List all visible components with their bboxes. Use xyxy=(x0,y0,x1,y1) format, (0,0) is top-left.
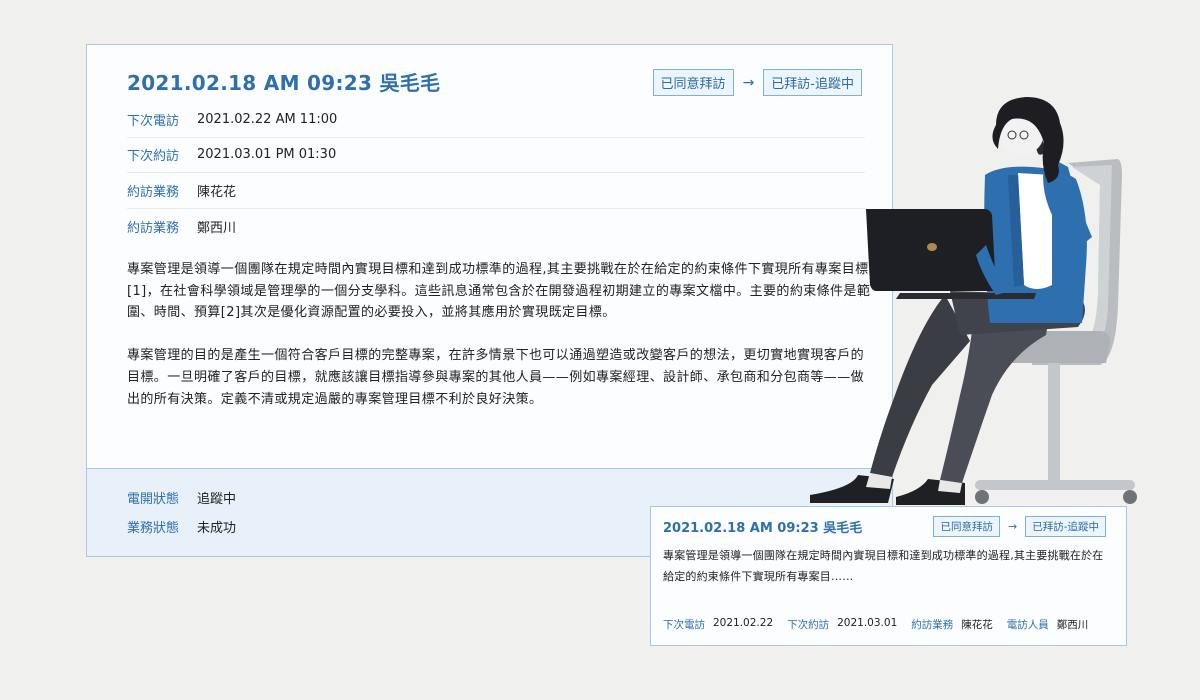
detail-row-sales-1: 約訪業務 陳花花 xyxy=(127,173,865,209)
row-value: 2021.02.22 AM 11:00 xyxy=(197,111,338,127)
footer-row-call-status: 電開狀態 追蹤中 xyxy=(127,488,236,507)
row-value: 2021.03.01 PM 01:30 xyxy=(197,147,337,163)
detail-rows: 下次電訪 2021.02.22 AM 11:00 下次約訪 2021.03.01… xyxy=(127,102,865,244)
meta-value: 2021.03.01 xyxy=(837,617,898,629)
description-paragraph: 專案管理是領導一個團隊在規定時間內實現目標和達到成功標準的過程,其主要挑戰在於在… xyxy=(127,262,871,321)
summary-status-to-badge[interactable]: 已拜訪-追蹤中 xyxy=(1025,516,1106,537)
row-label: 下次電訪 xyxy=(127,113,180,129)
visit-record-card: 2021.02.18 AM 09:23 吳毛毛 已同意拜訪 → 已拜訪-追蹤中 … xyxy=(86,44,893,557)
row-value: 鄭西川 xyxy=(197,220,237,236)
status-flow: 已同意拜訪 → 已拜訪-追蹤中 xyxy=(652,69,862,96)
arrow-right-icon: → xyxy=(1007,520,1018,533)
visit-summary-card[interactable]: 2021.02.18 AM 09:23 吳毛毛 已同意拜訪 → 已拜訪-追蹤中 … xyxy=(650,506,1127,646)
footer-value: 未成功 xyxy=(197,521,237,536)
row-label: 下次約訪 xyxy=(127,149,180,165)
woman-on-phone-illustration xyxy=(810,97,1137,505)
meta-label: 電訪人員 xyxy=(1006,619,1049,631)
row-label: 約訪業務 xyxy=(127,184,180,200)
summary-status-flow: 已同意拜訪 → 已拜訪-追蹤中 xyxy=(933,516,1106,537)
footer-label: 電開狀態 xyxy=(127,492,180,507)
meta-value: 2021.02.22 xyxy=(713,617,774,629)
description-paragraph: 專案管理的目的是產生一個符合客戶目標的完整專案，在許多情景下也可以通過塑造或改變… xyxy=(127,348,865,407)
summary-description: 專案管理是領導一個團隊在規定時間內實現目標和達到成功標準的過程,其主要挑戰在於在… xyxy=(663,549,1104,583)
status-to-badge[interactable]: 已拜訪-追蹤中 xyxy=(763,69,862,96)
detail-row-sales-2: 約訪業務 鄭西川 xyxy=(127,209,865,245)
footer-label: 業務狀態 xyxy=(127,521,180,536)
status-from-badge[interactable]: 已同意拜訪 xyxy=(652,69,734,96)
summary-title: 2021.02.18 AM 09:23 吳毛毛 xyxy=(663,521,863,536)
meta-value: 鄭西川 xyxy=(1056,619,1089,631)
summary-meta: 下次電訪 2021.02.22 下次約訪 2021.03.01 約訪業務 陳花花… xyxy=(663,617,1102,632)
footer-value: 追蹤中 xyxy=(197,492,237,507)
meta-value: 陳花花 xyxy=(961,619,993,631)
detail-row-next-visit: 下次約訪 2021.03.01 PM 01:30 xyxy=(127,138,865,173)
meta-label: 下次約訪 xyxy=(787,619,830,631)
row-value: 陳花花 xyxy=(197,184,237,200)
detail-row-next-call: 下次電訪 2021.02.22 AM 11:00 xyxy=(127,102,865,138)
summary-status-from-badge[interactable]: 已同意拜訪 xyxy=(933,516,1000,537)
record-description: 專案管理是領導一個團隊在規定時間內實現目標和達到成功標準的過程,其主要挑戰在於在… xyxy=(127,259,872,431)
meta-label: 下次電訪 xyxy=(663,619,705,631)
meta-label: 約訪業務 xyxy=(911,619,954,631)
card-header: 2021.02.18 AM 09:23 吳毛毛 已同意拜訪 → 已拜訪-追蹤中 xyxy=(127,67,862,97)
footer-row-sales-status: 業務狀態 未成功 xyxy=(127,517,236,536)
arrow-right-icon: → xyxy=(742,74,755,91)
record-title: 2021.02.18 AM 09:23 吳毛毛 xyxy=(127,71,441,95)
row-label: 約訪業務 xyxy=(127,220,180,236)
